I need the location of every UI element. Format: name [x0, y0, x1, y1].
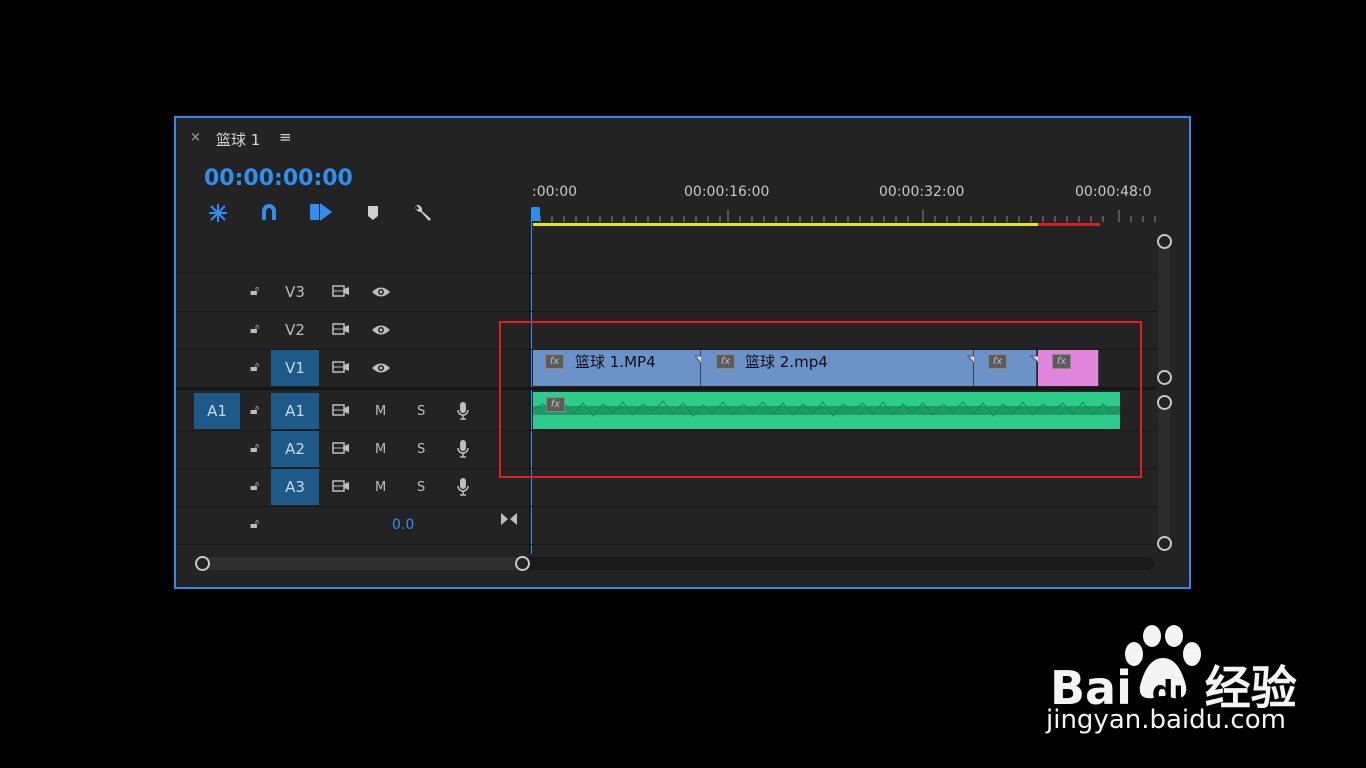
- sync-lock-icon[interactable]: [332, 441, 350, 459]
- microphone-icon[interactable]: [456, 439, 470, 463]
- close-tab-icon[interactable]: ×: [190, 130, 201, 145]
- solo-button[interactable]: S: [417, 404, 425, 419]
- track-label-a1[interactable]: A1: [271, 393, 319, 429]
- lock-icon[interactable]: 🔓︎: [250, 516, 259, 532]
- mute-button[interactable]: M: [375, 442, 386, 457]
- track-label-a3[interactable]: A3: [271, 469, 319, 505]
- video-vertical-scrollbar[interactable]: [1158, 236, 1170, 381]
- watermark-url: jingyan.baidu.com: [1046, 705, 1286, 735]
- lock-icon[interactable]: 🔓︎: [250, 283, 259, 299]
- microphone-icon[interactable]: [456, 477, 470, 501]
- lock-icon[interactable]: 🔓︎: [250, 478, 259, 494]
- track-divider: [176, 506, 1156, 507]
- ruler-label-16: 00:00:16:00: [684, 184, 770, 200]
- playhead-timecode[interactable]: 00:00:00:00: [204, 166, 353, 191]
- ruler-label-0: :00:00: [532, 184, 578, 200]
- scrollbar-handle[interactable]: [1157, 370, 1172, 385]
- linked-selection-icon[interactable]: [308, 201, 334, 228]
- lock-icon[interactable]: 🔓︎: [250, 440, 259, 456]
- track-divider: [176, 311, 1156, 312]
- zoom-handle-right[interactable]: [515, 556, 530, 571]
- panel-menu-icon[interactable]: ≡: [279, 128, 292, 146]
- nest-sequence-icon[interactable]: [206, 202, 230, 229]
- track-label-v1[interactable]: V1: [271, 350, 319, 386]
- scrollbar-handle[interactable]: [1157, 234, 1172, 249]
- sync-lock-icon[interactable]: [332, 403, 350, 421]
- highlight-annotation-box: [499, 321, 1142, 478]
- ruler-label-32: 00:00:32:00: [879, 184, 965, 200]
- track-divider: [176, 544, 1156, 545]
- solo-button[interactable]: S: [417, 442, 425, 457]
- solo-button[interactable]: S: [417, 480, 425, 495]
- zoom-handle-left[interactable]: [195, 556, 210, 571]
- sequence-tab-title[interactable]: 篮球 1: [216, 129, 260, 150]
- eye-icon[interactable]: [371, 286, 391, 302]
- track-label-v3[interactable]: V3: [271, 274, 319, 310]
- eye-icon[interactable]: [371, 324, 391, 340]
- lock-icon[interactable]: 🔓︎: [250, 359, 259, 375]
- mute-button[interactable]: M: [375, 480, 386, 495]
- snap-icon[interactable]: [259, 202, 279, 227]
- timeline-settings-wrench-icon[interactable]: [412, 202, 434, 229]
- sync-lock-icon[interactable]: [332, 322, 350, 340]
- mute-button[interactable]: M: [375, 404, 386, 419]
- eye-icon[interactable]: [371, 362, 391, 378]
- lock-icon[interactable]: 🔓︎: [250, 321, 259, 337]
- scrollbar-handle[interactable]: [1157, 536, 1172, 551]
- scrollbar-handle[interactable]: [1157, 395, 1172, 410]
- sync-lock-icon[interactable]: [332, 284, 350, 302]
- sync-lock-icon[interactable]: [332, 360, 350, 378]
- track-divider: [176, 273, 1156, 274]
- lock-icon[interactable]: 🔓︎: [250, 402, 259, 418]
- track-label-v2[interactable]: V2: [271, 312, 319, 348]
- master-volume-value[interactable]: 0.0: [392, 517, 414, 533]
- work-area-bar[interactable]: [533, 223, 1038, 226]
- source-patch-a1[interactable]: A1: [194, 393, 240, 429]
- microphone-icon[interactable]: [456, 401, 470, 425]
- add-marker-icon[interactable]: [366, 205, 380, 226]
- ruler-label-48: 00:00:48:0: [1075, 184, 1152, 200]
- audio-vertical-scrollbar[interactable]: [1158, 396, 1170, 548]
- go-to-in-out-icon[interactable]: [500, 511, 518, 530]
- track-label-a2[interactable]: A2: [271, 431, 319, 467]
- horizontal-zoom-scrollbar[interactable]: [198, 557, 528, 570]
- sync-lock-icon[interactable]: [332, 479, 350, 497]
- playhead-handle[interactable]: [531, 207, 540, 221]
- render-status-bar: [1038, 223, 1100, 226]
